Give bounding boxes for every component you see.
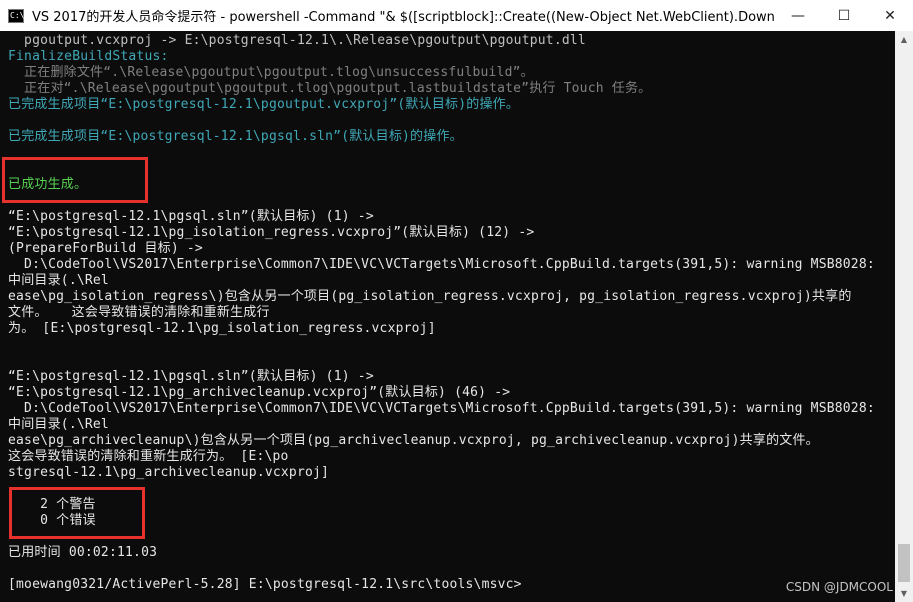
console-line: “E:\postgresql-12.1\pg_isolation_regress…	[8, 225, 535, 240]
console-line: D:\CodeTool\VS2017\Enterprise\Common7\ID…	[8, 257, 875, 272]
console-line: 2 个警告	[8, 497, 96, 512]
scroll-down-arrow-icon[interactable]: ▼	[895, 585, 913, 602]
console-line: 已成功生成。	[8, 177, 88, 192]
console-line: 中间目录(.\Rel	[8, 417, 109, 432]
console-line: D:\CodeTool\VS2017\Enterprise\Common7\ID…	[8, 401, 875, 416]
console-line: pgoutput.vcxproj -> E:\postgresql-12.1\.…	[8, 33, 586, 48]
close-icon: ✕	[884, 7, 896, 24]
console-line: (PrepareForBuild 目标) ->	[8, 241, 203, 256]
console-line: “E:\postgresql-12.1\pgsql.sln”(默认目标) (1)…	[8, 209, 374, 224]
scroll-up-arrow-icon[interactable]: ▲	[895, 31, 913, 48]
console-line: 已完成生成项目“E:\postgresql-12.1\pgsql.sln”(默认…	[8, 129, 463, 144]
console-line: “E:\postgresql-12.1\pg_archivecleanup.vc…	[8, 385, 511, 400]
console-line: 为。 [E:\postgresql-12.1\pg_isolation_regr…	[8, 321, 436, 336]
console-line: ease\pg_archivecleanup\)包含从另一个项目(pg_arch…	[8, 433, 819, 448]
minimize-button[interactable]: —	[775, 0, 821, 31]
console-line: [moewang0321/ActivePerl-5.28] E:\postgre…	[8, 577, 522, 592]
console-line: 文件。 这会导致错误的清除和重新生成行	[8, 305, 270, 320]
console-line: ease\pg_isolation_regress\)包含从另一个项目(pg_i…	[8, 289, 852, 304]
console-line: FinalizeBuildStatus:	[8, 49, 169, 64]
console-line: 中间目录(.\Rel	[8, 273, 109, 288]
minimize-icon: —	[791, 7, 805, 24]
maximize-button[interactable]: ☐	[821, 0, 867, 31]
window-title: VS 2017的开发人员命令提示符 - powershell -Command …	[32, 10, 775, 25]
console-line: 这会导致错误的清除和重新生成行为。 [E:\po	[8, 449, 289, 464]
console-line: “E:\postgresql-12.1\pgsql.sln”(默认目标) (1)…	[8, 369, 374, 384]
console-line: 0 个错误	[8, 513, 96, 528]
console-output[interactable]: pgoutput.vcxproj -> E:\postgresql-12.1\.…	[0, 31, 895, 602]
console-line: 正在删除文件“.\Release\pgoutput\pgoutput.tlog\…	[8, 65, 534, 80]
terminal-icon: C:\	[8, 8, 24, 23]
console-line: stgresql-12.1\pg_archivecleanup.vcxproj]	[8, 465, 330, 480]
close-button[interactable]: ✕	[867, 0, 913, 31]
maximize-icon: ☐	[837, 7, 851, 24]
vertical-scrollbar[interactable]: ▲ ▼	[895, 31, 913, 602]
scrollbar-thumb[interactable]	[898, 544, 910, 582]
watermark: CSDN @JDMCOOL	[785, 580, 893, 594]
console-line: 已完成生成项目“E:\postgresql-12.1\pgoutput.vcxp…	[8, 97, 520, 112]
console-line: 正在对“.\Release\pgoutput\pgoutput.tlog\pgo…	[8, 81, 652, 96]
title-bar[interactable]: C:\ VS 2017的开发人员命令提示符 - powershell -Comm…	[0, 0, 913, 32]
console-line: 已用时间 00:02:11.03	[8, 545, 158, 560]
